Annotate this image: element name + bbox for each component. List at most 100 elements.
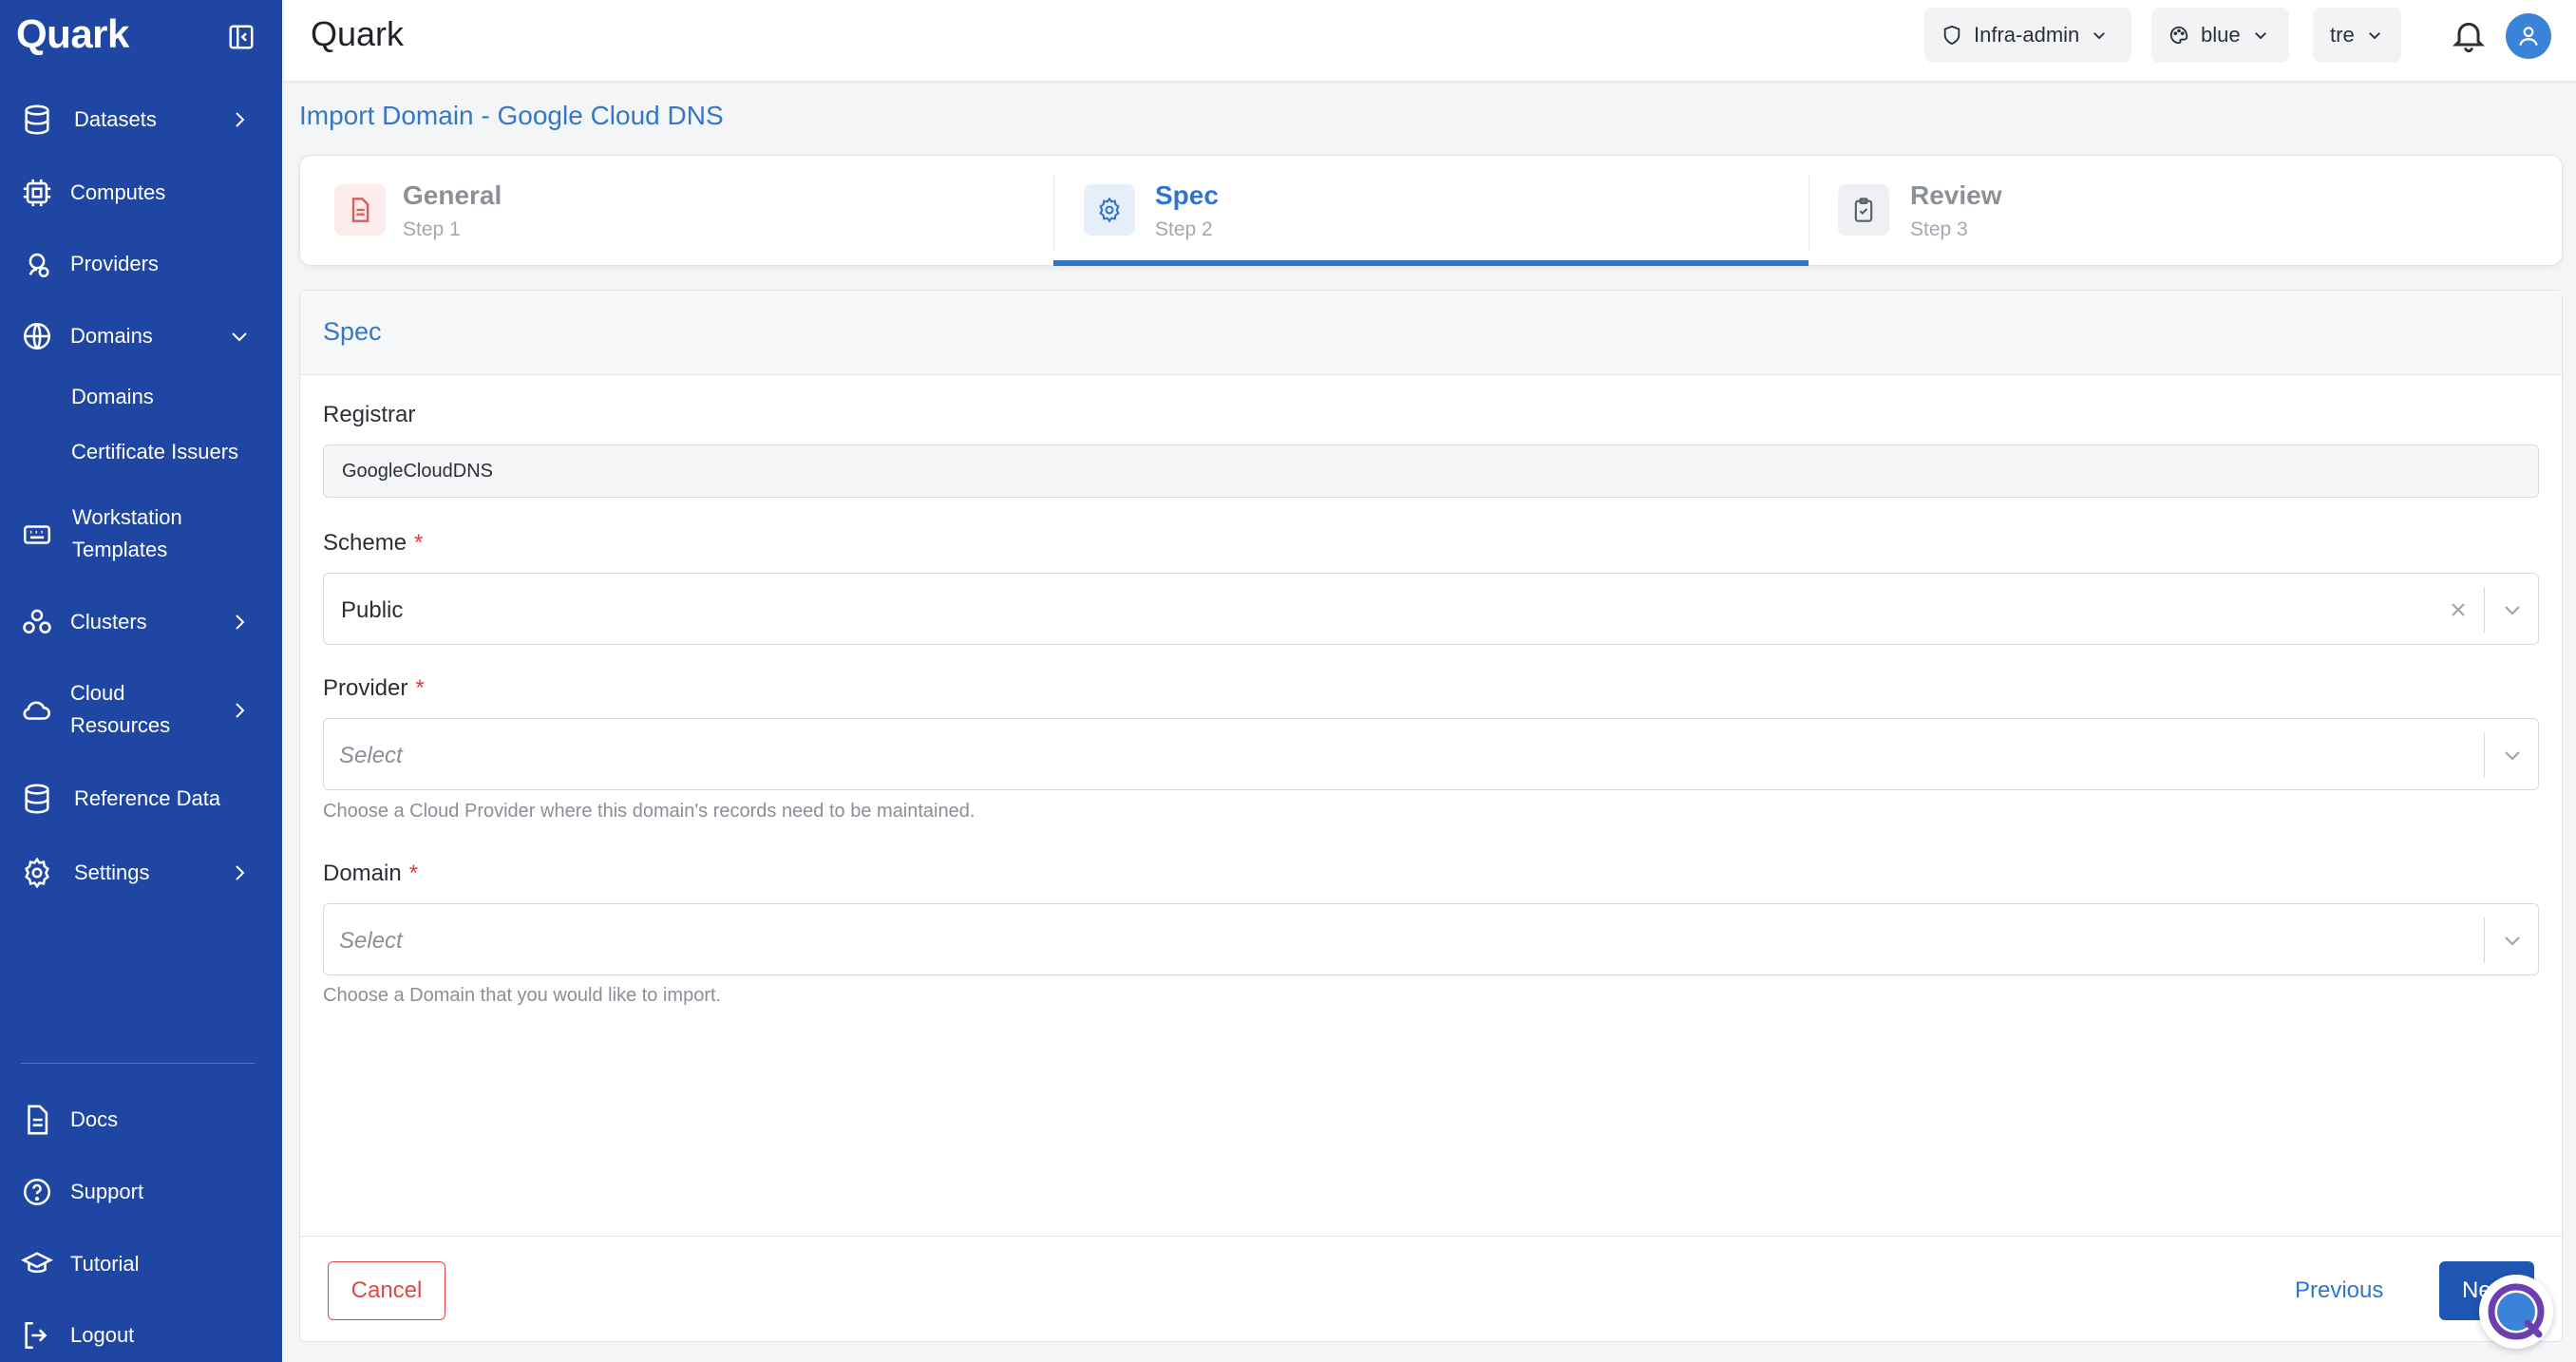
sidebar-item-cloud-resources[interactable]: Cloud Resources <box>0 677 282 744</box>
sidebar-item-label-line2: Resources <box>70 713 171 737</box>
theme-dropdown[interactable]: blue <box>2151 8 2289 63</box>
sidebar-item-label: Computes <box>70 180 166 204</box>
sidebar-item-clusters[interactable]: Clusters <box>0 606 282 638</box>
providers-icon <box>28 253 49 278</box>
keyboard-icon <box>23 525 51 544</box>
provider-help-text: Choose a Cloud Provider where this domai… <box>323 801 975 822</box>
database-icon <box>25 784 49 814</box>
sidebar-subitem-certificate-issuers[interactable]: Certificate Issuers <box>71 440 238 464</box>
document-icon <box>351 198 369 222</box>
sidebar-item-label: Support <box>70 1180 144 1203</box>
step-subtitle: Step 1 <box>403 218 461 240</box>
provider-label: Provider * <box>323 675 425 701</box>
gear-icon <box>1099 197 1120 223</box>
chip-icon <box>23 179 51 207</box>
select-separator <box>2484 732 2485 778</box>
scheme-label: Scheme * <box>323 530 424 556</box>
provider-select[interactable]: Select <box>323 718 2539 790</box>
sidebar-item-settings[interactable]: Settings <box>0 857 282 889</box>
sidebar-item-label-line1: Cloud <box>70 681 125 705</box>
graduation-icon <box>21 1252 53 1274</box>
globe-icon <box>23 322 51 350</box>
theme-label: blue <box>2201 23 2241 47</box>
step-spec[interactable]: Spec Step 2 <box>1054 156 1809 267</box>
step-subtitle: Step 3 <box>1910 218 1968 240</box>
chat-assistant-icon <box>2488 1283 2545 1340</box>
chevron-down-icon[interactable] <box>2500 929 2525 952</box>
sidebar-item-support[interactable]: Support <box>0 1176 282 1208</box>
database-icon <box>25 104 49 135</box>
sidebar-item-domains[interactable]: Domains <box>0 320 282 352</box>
provider-placeholder: Select <box>339 743 403 768</box>
bell-icon[interactable] <box>2450 16 2488 54</box>
sidebar-item-datasets[interactable]: Datasets <box>0 104 282 136</box>
avatar[interactable] <box>2506 13 2551 59</box>
sidebar-item-label-line1: Workstation <box>72 505 182 529</box>
select-separator <box>2484 917 2485 963</box>
chevron-down-icon[interactable] <box>2500 744 2525 766</box>
sidebar-item-providers[interactable]: Providers <box>0 248 282 280</box>
domain-select[interactable]: Select <box>323 903 2539 975</box>
sidebar-item-label: Domains <box>70 324 153 348</box>
sidebar-item-label: Settings <box>74 861 150 884</box>
clear-icon[interactable] <box>2447 598 2470 621</box>
previous-button[interactable]: Previous <box>2295 1261 2383 1320</box>
brand-logo[interactable]: Quark <box>16 11 129 57</box>
sidebar-item-logout[interactable]: Logout <box>0 1319 282 1352</box>
scheme-select[interactable]: Public <box>323 573 2539 645</box>
cloud-icon <box>23 701 50 720</box>
logout-icon <box>25 1321 47 1350</box>
step-title: General <box>403 180 502 210</box>
shield-icon <box>1943 25 1960 46</box>
sidebar-item-label: Datasets <box>74 107 157 131</box>
step-badge <box>1084 184 1135 236</box>
role-label: Infra-admin <box>1974 23 2080 47</box>
sidebar-item-label: Docs <box>70 1107 119 1131</box>
sidebar-item-tutorial[interactable]: Tutorial <box>0 1248 282 1280</box>
registrar-field: GoogleCloudDNS <box>323 445 2539 498</box>
tenant-dropdown[interactable]: tre <box>2313 8 2401 63</box>
sidebar-item-label-line2: Templates <box>72 538 168 561</box>
step-title: Review <box>1910 180 2002 210</box>
sidebar-item-label: Reference Data <box>74 786 221 810</box>
chevron-right-icon <box>236 112 245 127</box>
step-badge <box>334 184 386 236</box>
gear-icon <box>25 857 49 889</box>
step-badge <box>1838 184 1889 236</box>
clipboard-check-icon <box>1854 198 1873 222</box>
sidebar-item-computes[interactable]: Computes <box>0 177 282 209</box>
sidebar-divider <box>21 1063 255 1064</box>
scheme-value: Public <box>341 597 404 623</box>
chevron-down-icon[interactable] <box>2500 598 2525 621</box>
sidebar: Quark Datasets Computes Providers Domain… <box>0 0 282 1362</box>
sidebar-item-label: Clusters <box>70 610 147 634</box>
chevron-down-icon <box>232 332 247 342</box>
step-title: Spec <box>1155 180 1219 210</box>
select-separator <box>2484 587 2485 633</box>
chevron-right-icon <box>236 865 245 880</box>
sidebar-item-label: Providers <box>70 252 159 275</box>
tenant-label: tre <box>2330 23 2355 47</box>
topbar: Quark Infra-admin blue tre <box>282 0 2576 82</box>
sidebar-item-docs[interactable]: Docs <box>0 1104 282 1136</box>
help-icon <box>23 1178 51 1206</box>
chat-assistant-button[interactable] <box>2479 1275 2553 1349</box>
cancel-button[interactable]: Cancel <box>328 1261 445 1320</box>
step-general[interactable]: General Step 1 <box>300 156 754 267</box>
stepper: General Step 1 Spec Step 2 Review Step 3 <box>299 155 2563 266</box>
sidebar-item-reference-data[interactable]: Reference Data <box>0 783 282 815</box>
role-dropdown[interactable]: Infra-admin <box>1924 8 2131 63</box>
page-title: Import Domain - Google Cloud DNS <box>299 101 724 130</box>
domain-help-text: Choose a Domain that you would like to i… <box>323 985 722 1006</box>
chevron-right-icon <box>236 615 245 630</box>
user-icon <box>2519 27 2538 47</box>
sidebar-item-label: Tutorial <box>70 1252 140 1276</box>
sidebar-collapse-icon[interactable] <box>227 23 256 51</box>
registrar-value: GoogleCloudDNS <box>342 461 493 482</box>
card-header: Spec <box>300 291 2562 375</box>
chevron-down-icon <box>2368 32 2380 40</box>
sidebar-subitem-domains[interactable]: Domains <box>71 385 154 409</box>
step-review[interactable]: Review Step 3 <box>1809 156 2562 267</box>
domain-label: Domain * <box>323 861 419 886</box>
sidebar-item-workstation-templates[interactable]: Workstation Templates <box>0 501 282 568</box>
